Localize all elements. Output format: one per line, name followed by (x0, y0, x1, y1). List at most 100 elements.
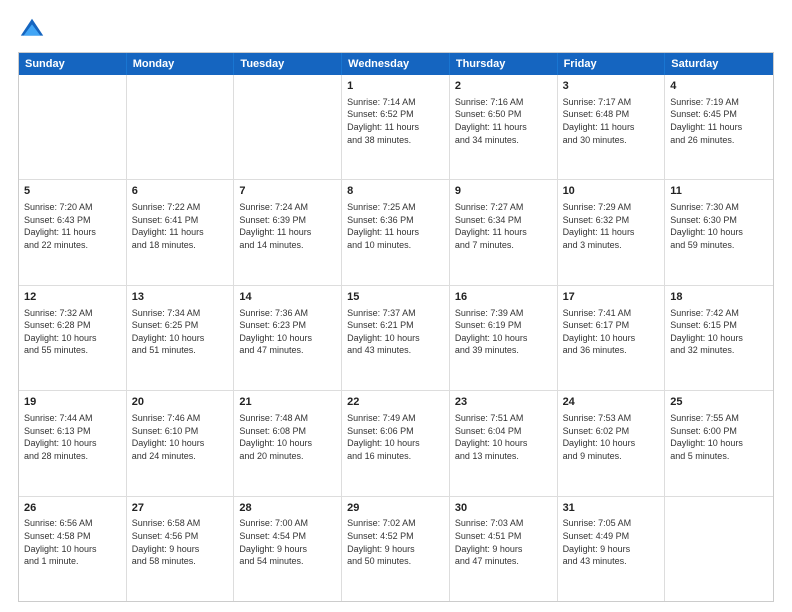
day-cell-5: 5Sunrise: 7:20 AM Sunset: 6:43 PM Daylig… (19, 180, 127, 284)
day-number: 31 (563, 501, 660, 516)
day-cell-14: 14Sunrise: 7:36 AM Sunset: 6:23 PM Dayli… (234, 286, 342, 390)
day-number: 4 (670, 79, 768, 94)
day-info: Sunrise: 7:20 AM Sunset: 6:43 PM Dayligh… (24, 201, 121, 251)
day-cell-31: 31Sunrise: 7:05 AM Sunset: 4:49 PM Dayli… (558, 497, 666, 601)
day-info: Sunrise: 7:32 AM Sunset: 6:28 PM Dayligh… (24, 307, 121, 357)
day-cell-7: 7 Sunrise: 7:24 AM Sunset: 6:39 PM Daylig… (234, 180, 342, 284)
weekday-header-wednesday: Wednesday (342, 53, 450, 75)
calendar-row-1: 5Sunrise: 7:20 AM Sunset: 6:43 PM Daylig… (19, 180, 773, 285)
day-number: 18 (670, 290, 768, 305)
day-info: Sunrise: 7:25 AM Sunset: 6:36 PM Dayligh… (347, 201, 444, 251)
weekday-header-monday: Monday (127, 53, 235, 75)
calendar-row-2: 12 Sunrise: 7:32 AM Sunset: 6:28 PM Dayli… (19, 286, 773, 391)
day-info: Sunrise: 7:44 AM Sunset: 6:13 PM Dayligh… (24, 412, 121, 462)
day-number: 9 (455, 184, 552, 199)
day-cell-16: 16 Sunrise: 7:39 AM Sunset: 6:19 PM Dayli… (450, 286, 558, 390)
day-info: Sunrise: 7:49 AM Sunset: 6:06 PM Dayligh… (347, 412, 444, 462)
day-info: Sunrise: 7:53 AM Sunset: 6:02 PM Dayligh… (563, 412, 660, 462)
day-cell-9: 9 Sunrise: 7:27 AM Sunset: 6:34 PM Daylig… (450, 180, 558, 284)
day-info: Sunrise: 7:24 AM Sunset: 6:39 PM Dayligh… (239, 201, 336, 251)
day-number: 2 (455, 79, 552, 94)
day-number: 24 (563, 395, 660, 410)
day-cell-19: 19 Sunrise: 7:44 AM Sunset: 6:13 PM Dayli… (19, 391, 127, 495)
day-number: 1 (347, 79, 444, 94)
day-info: Sunrise: 7:16 AM Sunset: 6:50 PM Dayligh… (455, 96, 552, 146)
day-info: Sunrise: 7:17 AM Sunset: 6:48 PM Dayligh… (563, 96, 660, 146)
day-info: Sunrise: 7:55 AM Sunset: 6:00 PM Dayligh… (670, 412, 768, 462)
day-info: Sunrise: 7:48 AM Sunset: 6:08 PM Dayligh… (239, 412, 336, 462)
day-info: Sunrise: 7:19 AM Sunset: 6:45 PM Dayligh… (670, 96, 768, 146)
day-number: 20 (132, 395, 229, 410)
logo (18, 16, 50, 44)
day-number: 28 (239, 501, 336, 516)
day-info: Sunrise: 7:46 AM Sunset: 6:10 PM Dayligh… (132, 412, 229, 462)
day-info: Sunrise: 7:36 AM Sunset: 6:23 PM Dayligh… (239, 307, 336, 357)
day-cell-empty-4-6 (665, 497, 773, 601)
weekday-header-sunday: Sunday (19, 53, 127, 75)
day-number: 27 (132, 501, 229, 516)
day-info: Sunrise: 7:00 AM Sunset: 4:54 PM Dayligh… (239, 517, 336, 567)
day-cell-empty-0-1 (127, 75, 235, 179)
day-info: Sunrise: 7:51 AM Sunset: 6:04 PM Dayligh… (455, 412, 552, 462)
day-info: Sunrise: 7:02 AM Sunset: 4:52 PM Dayligh… (347, 517, 444, 567)
day-number: 3 (563, 79, 660, 94)
day-cell-30: 30Sunrise: 7:03 AM Sunset: 4:51 PM Dayli… (450, 497, 558, 601)
day-number: 25 (670, 395, 768, 410)
day-info: Sunrise: 7:37 AM Sunset: 6:21 PM Dayligh… (347, 307, 444, 357)
day-info: Sunrise: 7:42 AM Sunset: 6:15 PM Dayligh… (670, 307, 768, 357)
weekday-header-tuesday: Tuesday (234, 53, 342, 75)
day-info: Sunrise: 6:56 AM Sunset: 4:58 PM Dayligh… (24, 517, 121, 567)
day-cell-empty-0-0 (19, 75, 127, 179)
day-number: 12 (24, 290, 121, 305)
day-cell-4: 4 Sunrise: 7:19 AM Sunset: 6:45 PM Daylig… (665, 75, 773, 179)
day-info: Sunrise: 7:39 AM Sunset: 6:19 PM Dayligh… (455, 307, 552, 357)
day-cell-23: 23Sunrise: 7:51 AM Sunset: 6:04 PM Dayli… (450, 391, 558, 495)
day-cell-28: 28Sunrise: 7:00 AM Sunset: 4:54 PM Dayli… (234, 497, 342, 601)
logo-icon (18, 16, 46, 44)
day-cell-27: 27Sunrise: 6:58 AM Sunset: 4:56 PM Dayli… (127, 497, 235, 601)
day-number: 10 (563, 184, 660, 199)
day-number: 6 (132, 184, 229, 199)
day-info: Sunrise: 7:27 AM Sunset: 6:34 PM Dayligh… (455, 201, 552, 251)
day-cell-24: 24 Sunrise: 7:53 AM Sunset: 6:02 PM Dayli… (558, 391, 666, 495)
day-number: 17 (563, 290, 660, 305)
day-info: Sunrise: 7:29 AM Sunset: 6:32 PM Dayligh… (563, 201, 660, 251)
day-number: 16 (455, 290, 552, 305)
day-cell-12: 12 Sunrise: 7:32 AM Sunset: 6:28 PM Dayli… (19, 286, 127, 390)
day-cell-6: 6 Sunrise: 7:22 AM Sunset: 6:41 PM Daylig… (127, 180, 235, 284)
day-info: Sunrise: 7:34 AM Sunset: 6:25 PM Dayligh… (132, 307, 229, 357)
day-number: 21 (239, 395, 336, 410)
day-number: 29 (347, 501, 444, 516)
day-cell-20: 20 Sunrise: 7:46 AM Sunset: 6:10 PM Dayli… (127, 391, 235, 495)
day-info: Sunrise: 7:22 AM Sunset: 6:41 PM Dayligh… (132, 201, 229, 251)
calendar-header: SundayMondayTuesdayWednesdayThursdayFrid… (19, 53, 773, 75)
day-cell-15: 15Sunrise: 7:37 AM Sunset: 6:21 PM Dayli… (342, 286, 450, 390)
day-number: 19 (24, 395, 121, 410)
day-cell-26: 26Sunrise: 6:56 AM Sunset: 4:58 PM Dayli… (19, 497, 127, 601)
day-cell-1: 1 Sunrise: 7:14 AM Sunset: 6:52 PM Daylig… (342, 75, 450, 179)
day-cell-22: 22Sunrise: 7:49 AM Sunset: 6:06 PM Dayli… (342, 391, 450, 495)
weekday-header-friday: Friday (558, 53, 666, 75)
calendar-body: 1 Sunrise: 7:14 AM Sunset: 6:52 PM Daylig… (19, 75, 773, 601)
day-number: 8 (347, 184, 444, 199)
calendar: SundayMondayTuesdayWednesdayThursdayFrid… (18, 52, 774, 602)
calendar-row-3: 19 Sunrise: 7:44 AM Sunset: 6:13 PM Dayli… (19, 391, 773, 496)
day-cell-10: 10 Sunrise: 7:29 AM Sunset: 6:32 PM Dayli… (558, 180, 666, 284)
calendar-row-0: 1 Sunrise: 7:14 AM Sunset: 6:52 PM Daylig… (19, 75, 773, 180)
day-number: 13 (132, 290, 229, 305)
day-cell-11: 11Sunrise: 7:30 AM Sunset: 6:30 PM Dayli… (665, 180, 773, 284)
day-cell-3: 3 Sunrise: 7:17 AM Sunset: 6:48 PM Daylig… (558, 75, 666, 179)
day-info: Sunrise: 7:41 AM Sunset: 6:17 PM Dayligh… (563, 307, 660, 357)
day-cell-2: 2 Sunrise: 7:16 AM Sunset: 6:50 PM Daylig… (450, 75, 558, 179)
weekday-header-thursday: Thursday (450, 53, 558, 75)
day-cell-13: 13 Sunrise: 7:34 AM Sunset: 6:25 PM Dayli… (127, 286, 235, 390)
day-number: 30 (455, 501, 552, 516)
day-info: Sunrise: 7:14 AM Sunset: 6:52 PM Dayligh… (347, 96, 444, 146)
day-info: Sunrise: 7:30 AM Sunset: 6:30 PM Dayligh… (670, 201, 768, 251)
day-cell-29: 29Sunrise: 7:02 AM Sunset: 4:52 PM Dayli… (342, 497, 450, 601)
day-number: 7 (239, 184, 336, 199)
header (18, 16, 774, 44)
weekday-header-saturday: Saturday (665, 53, 773, 75)
day-cell-21: 21 Sunrise: 7:48 AM Sunset: 6:08 PM Dayli… (234, 391, 342, 495)
day-number: 26 (24, 501, 121, 516)
